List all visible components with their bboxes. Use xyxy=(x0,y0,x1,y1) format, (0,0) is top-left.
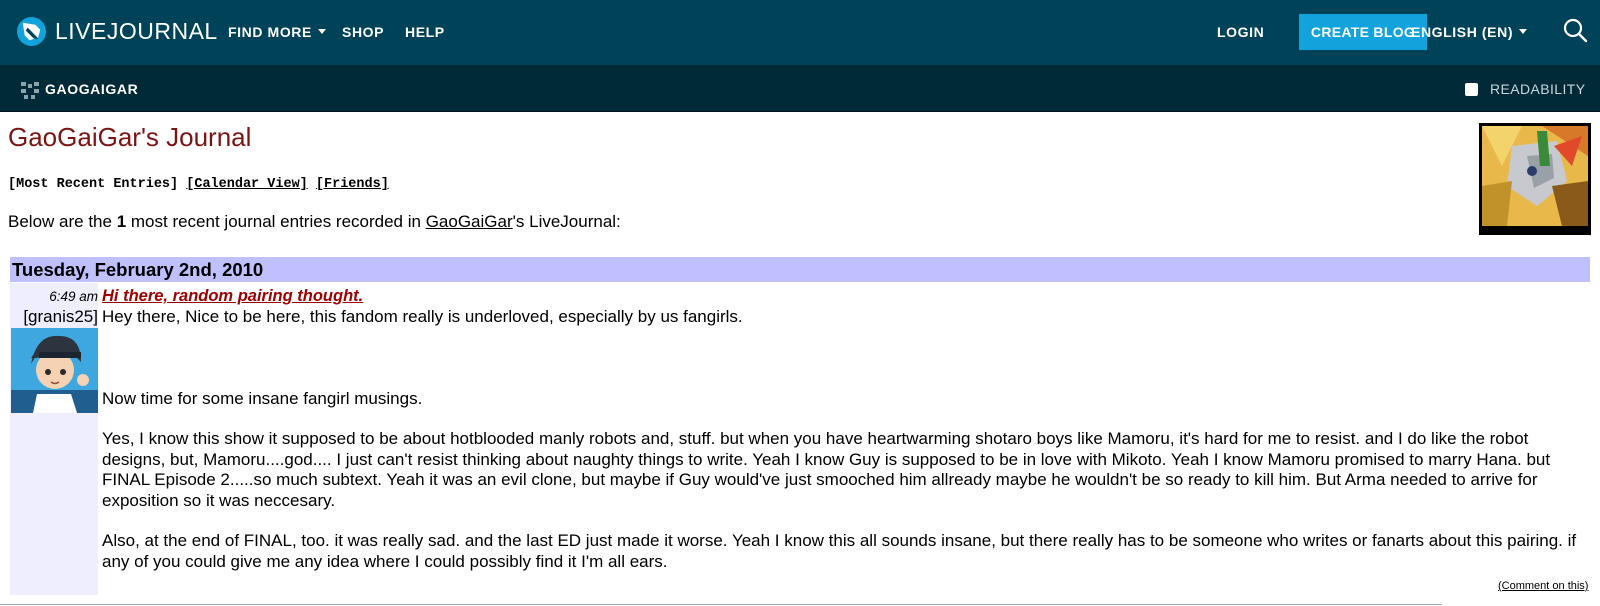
livejournal-pencil-logo-icon xyxy=(16,16,47,47)
login-link[interactable]: LOGIN xyxy=(1217,24,1264,40)
intro-middle: most recent journal entries recorded in xyxy=(126,212,426,231)
readability-label[interactable]: READABILITY xyxy=(1490,81,1585,97)
calendar-view-link[interactable]: [Calendar View] xyxy=(186,177,308,192)
most-recent-entries-label: [Most Recent Entries] xyxy=(8,177,179,192)
language-selector[interactable]: ENGLISH (EN) xyxy=(1411,24,1528,40)
brand-name: LIVEJOURNAL xyxy=(55,18,218,44)
nav-help[interactable]: HELP xyxy=(405,24,445,40)
entry-paragraph: Also, at the end of FINAL, too. it was r… xyxy=(102,531,1577,571)
create-blog-button[interactable]: CREATE BLOG xyxy=(1299,14,1427,50)
nav-find-more[interactable]: FIND MORE xyxy=(228,24,326,40)
intro-after: 's LiveJournal: xyxy=(512,212,621,231)
robot-userpic-image xyxy=(1482,126,1588,226)
nav-shop[interactable]: SHOP xyxy=(342,24,384,40)
readability-checkbox[interactable] xyxy=(1465,83,1478,96)
poster-avatar xyxy=(11,328,98,413)
journal-userpic xyxy=(1479,123,1591,235)
entry-date-header: Tuesday, February 2nd, 2010 xyxy=(10,257,1590,282)
entry-count: 1 xyxy=(116,212,127,231)
friends-link[interactable]: [Friends] xyxy=(316,177,389,192)
journal-user-link[interactable]: GaoGaiGar xyxy=(426,212,513,231)
chevron-down-icon xyxy=(317,28,326,34)
view-links: [Most Recent Entries] [Calendar View] [F… xyxy=(8,177,389,192)
entry-time: 6:49 am xyxy=(49,289,98,304)
page-title: GaoGaiGar's Journal xyxy=(8,122,252,152)
language-label: ENGLISH (EN) xyxy=(1411,24,1514,40)
entry-paragraph: Yes, I know this show it supposed to be … xyxy=(102,429,1551,510)
chevron-down-icon xyxy=(1519,28,1528,34)
journal-icon xyxy=(21,82,39,99)
entry-paragraph: Hey there, Nice to be here, this fandom … xyxy=(102,307,743,326)
intro-before: Below are the xyxy=(8,212,117,231)
search-icon[interactable] xyxy=(1562,17,1588,43)
entry-paragraph: Now time for some insane fangirl musings… xyxy=(102,388,423,408)
journal-bar xyxy=(0,65,1600,112)
entry-subject-link[interactable]: Hi there, random pairing thought. xyxy=(102,287,363,306)
nav-find-more-label: FIND MORE xyxy=(228,24,312,40)
divider xyxy=(0,604,1442,605)
comment-on-this-link[interactable]: (Comment on this) xyxy=(1498,580,1588,592)
journal-name-link[interactable]: GAOGAIGAR xyxy=(45,81,138,97)
poster-username-link[interactable]: [granis25] xyxy=(0,307,98,327)
intro-text: Below are the 1 most recent journal entr… xyxy=(8,212,621,232)
entry-body: Hey there, Nice to be here, this fandom … xyxy=(102,307,1590,572)
livejournal-logo[interactable]: LIVEJOURNAL xyxy=(16,16,218,47)
